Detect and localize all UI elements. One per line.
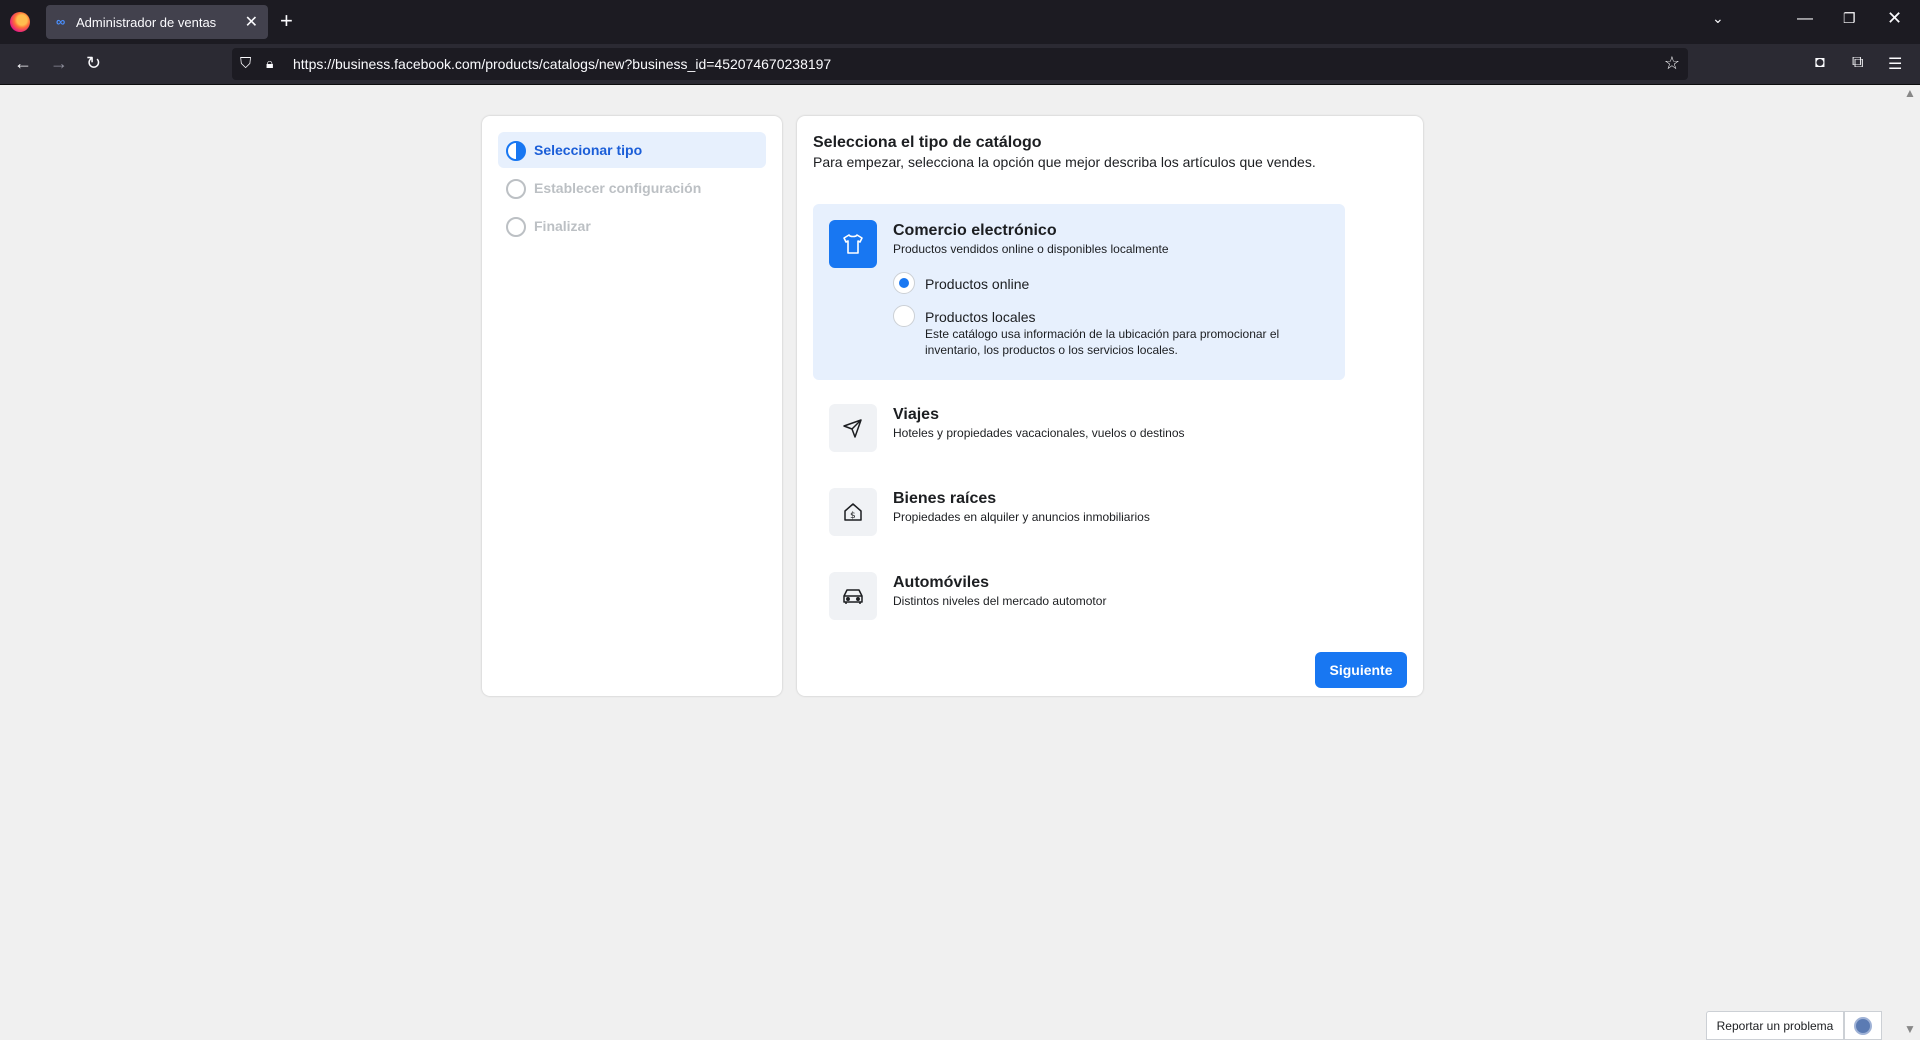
firefox-logo-icon[interactable]: [10, 12, 30, 32]
option-automoviles[interactable]: Automóviles Distintos niveles del mercad…: [813, 556, 1345, 636]
reload-icon[interactable]: ↻: [86, 53, 101, 74]
url-bar[interactable]: ⛉ 🔒︎ https://business.facebook.com/produ…: [232, 48, 1688, 80]
extensions-icon[interactable]: ⧉: [1852, 54, 1863, 72]
option-description: Distintos niveles del mercado automotor: [893, 594, 1107, 608]
restore-window-icon[interactable]: ❐: [1843, 10, 1856, 27]
option-title: Automóviles: [893, 574, 990, 591]
option-title: Comercio electrónico: [893, 222, 1057, 239]
car-icon: [829, 572, 877, 620]
steps-panel: Seleccionar tipo Establecer configuració…: [482, 116, 782, 696]
step-progress-icon: [506, 141, 526, 161]
new-tab-button[interactable]: +: [280, 8, 293, 34]
option-description: Hoteles y propiedades vacacionales, vuel…: [893, 426, 1185, 440]
step-label: Finalizar: [534, 218, 591, 234]
bookmark-star-icon[interactable]: ☆: [1664, 53, 1680, 74]
globe-icon: [1854, 1016, 1872, 1035]
radio-label[interactable]: Productos locales: [925, 309, 1036, 325]
step-label: Seleccionar tipo: [534, 142, 643, 158]
url-text[interactable]: https://business.facebook.com/products/c…: [293, 56, 831, 72]
option-title: Viajes: [893, 406, 939, 423]
scroll-down-icon[interactable]: ▼: [1904, 1022, 1916, 1036]
scroll-up-icon[interactable]: ▲: [1904, 86, 1916, 100]
tab-list-chevron-icon[interactable]: ⌄: [1712, 10, 1724, 27]
catalog-type-panel: Selecciona el tipo de catálogo Para empe…: [797, 116, 1423, 696]
tshirt-icon: [829, 220, 877, 268]
step-establecer-configuracion: Establecer configuración: [498, 170, 766, 206]
tracking-shield-icon[interactable]: ⛉: [240, 55, 251, 72]
radio-productos-locales[interactable]: [893, 305, 915, 327]
option-description: Productos vendidos online o disponibles …: [893, 242, 1169, 256]
lock-icon[interactable]: 🔒︎: [266, 55, 273, 72]
house-dollar-icon: $: [829, 488, 877, 536]
tab-active[interactable]: ∞ Administrador de ventas ✕: [46, 5, 268, 39]
tab-title: Administrador de ventas: [76, 15, 217, 30]
menu-hamburger-icon[interactable]: ☰: [1888, 54, 1902, 74]
back-arrow-icon[interactable]: ←: [14, 53, 32, 74]
page-subtitle: Para empezar, selecciona la opción que m…: [813, 154, 1316, 170]
minimize-window-icon[interactable]: —: [1797, 10, 1813, 28]
radio-productos-online[interactable]: [893, 272, 915, 294]
option-bienes-raices[interactable]: $ Bienes raíces Propiedades en alquiler …: [813, 472, 1345, 552]
option-description: Propiedades en alquiler y anuncios inmob…: [893, 510, 1150, 524]
report-problem-button[interactable]: Reportar un problema: [1706, 1011, 1844, 1040]
language-globe-button[interactable]: [1844, 1011, 1882, 1040]
svg-text:$: $: [850, 511, 856, 521]
step-seleccionar-tipo[interactable]: Seleccionar tipo: [498, 132, 766, 168]
tab-close-icon[interactable]: ✕: [245, 12, 258, 32]
navigation-bar: ← → ↻ ⛉ 🔒︎ https://business.facebook.com…: [0, 44, 1920, 85]
close-window-icon[interactable]: ✕: [1887, 8, 1902, 29]
pocket-icon[interactable]: ◘: [1815, 54, 1825, 72]
step-circle-icon: [506, 217, 526, 237]
step-finalizar: Finalizar: [498, 208, 766, 244]
airplane-icon: [829, 404, 877, 452]
forward-arrow-icon[interactable]: →: [50, 53, 68, 74]
option-comercio-electronico[interactable]: Comercio electrónico Productos vendidos …: [813, 204, 1345, 380]
tab-bar: ∞ Administrador de ventas ✕ + ⌄ — ❐ ✕: [0, 0, 1920, 44]
page-title: Selecciona el tipo de catálogo: [813, 134, 1042, 151]
option-title: Bienes raíces: [893, 490, 997, 507]
option-viajes[interactable]: Viajes Hoteles y propiedades vacacionale…: [813, 388, 1345, 468]
step-circle-icon: [506, 179, 526, 199]
radio-label[interactable]: Productos online: [925, 276, 1029, 292]
radio-description: Este catálogo usa información de la ubic…: [925, 327, 1280, 357]
next-button[interactable]: Siguiente: [1315, 652, 1407, 688]
meta-logo-icon: ∞: [56, 14, 65, 29]
page-content: ▲ Seleccionar tipo Establecer configurac…: [0, 86, 1920, 1040]
step-label: Establecer configuración: [534, 180, 702, 196]
